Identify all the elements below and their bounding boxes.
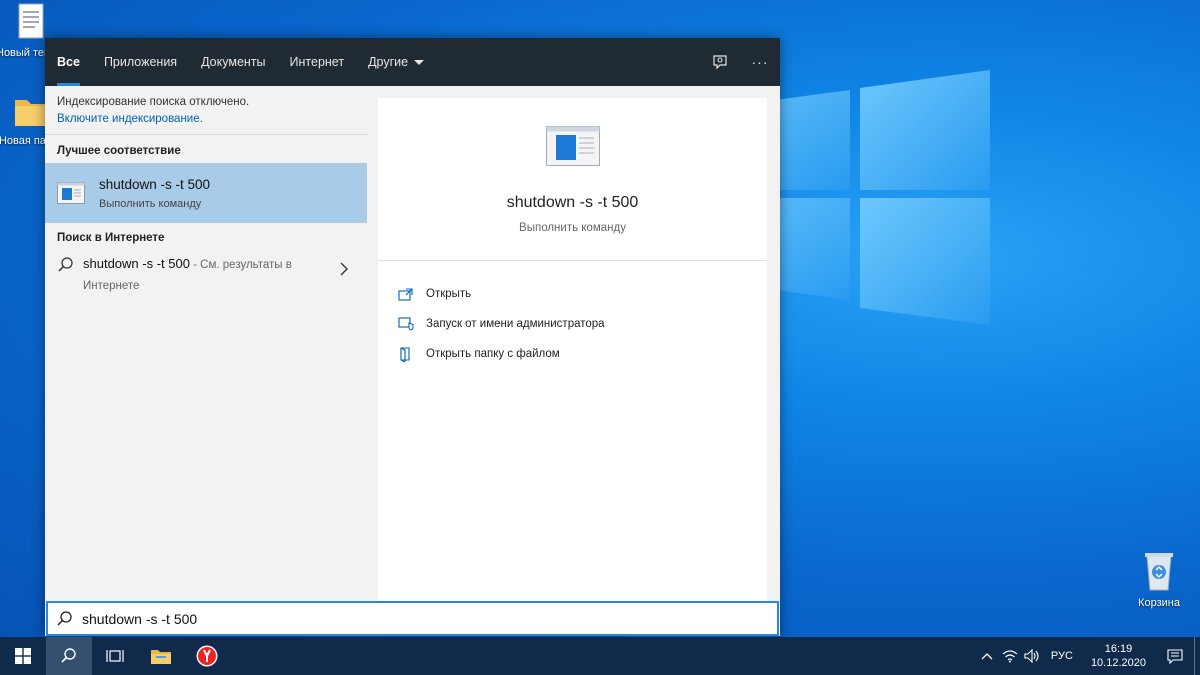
yandex-browser-button[interactable] xyxy=(184,637,230,675)
clock[interactable]: 16:19 10.12.2020 xyxy=(1081,637,1156,675)
yandex-browser-icon xyxy=(196,645,218,667)
detail-pane: shutdown -s -t 500 Выполнить команду Отк… xyxy=(367,86,780,601)
detail-app-icon-wrap xyxy=(378,98,767,166)
best-match-item[interactable]: shutdown -s -t 500 Выполнить команду xyxy=(45,163,367,223)
recycle-bin-icon xyxy=(1145,553,1173,591)
detail-header: shutdown -s -t 500 Выполнить команду xyxy=(378,98,767,261)
feedback-button[interactable] xyxy=(700,38,740,86)
detail-card: shutdown -s -t 500 Выполнить команду Отк… xyxy=(378,98,767,601)
start-button[interactable] xyxy=(0,637,46,675)
search-icon xyxy=(61,648,76,663)
clock-time: 16:19 xyxy=(1104,643,1133,655)
indexing-notice: Индексирование поиска отключено. Включит… xyxy=(45,86,367,135)
notification-icon xyxy=(1167,649,1183,664)
system-tray: РУС 16:19 10.12.2020 xyxy=(975,637,1200,675)
tab-other[interactable]: Другие xyxy=(356,38,436,86)
tab-bar-actions: ··· xyxy=(700,38,780,86)
best-match-subtitle: Выполнить команду xyxy=(99,197,202,210)
more-options-button[interactable]: ··· xyxy=(740,38,780,86)
run-as-admin-icon xyxy=(398,317,414,331)
best-match-heading: Лучшее соответствие xyxy=(57,145,181,157)
tab-all[interactable]: Все xyxy=(45,38,92,86)
desktop-icon-label: Корзина xyxy=(1138,597,1180,609)
tab-label: Документы xyxy=(201,55,266,69)
open-file-location-action[interactable]: Открыть папку с файлом xyxy=(398,339,747,369)
input-language-button[interactable]: РУС xyxy=(1043,637,1081,675)
search-icon xyxy=(57,610,72,626)
best-match-text: shutdown -s -t 500 Выполнить команду xyxy=(99,177,210,210)
tab-label: Другие xyxy=(368,55,409,69)
tab-label: Все xyxy=(57,55,80,69)
tab-label: Приложения xyxy=(103,55,178,69)
tab-apps[interactable]: Приложения xyxy=(92,38,189,86)
chevron-down-icon xyxy=(414,59,425,65)
best-match-title: shutdown -s -t 500 xyxy=(99,176,211,192)
volume-button[interactable] xyxy=(1021,637,1043,675)
show-hidden-icons-button[interactable] xyxy=(975,637,999,675)
open-icon xyxy=(398,288,413,301)
task-view-icon xyxy=(106,650,124,662)
tab-internet[interactable]: Интернет xyxy=(278,38,357,86)
search-icon xyxy=(58,257,73,272)
search-box xyxy=(46,601,779,636)
more-options-icon: ··· xyxy=(751,54,769,70)
tab-label: Интернет xyxy=(289,55,345,69)
text-document-icon xyxy=(18,3,44,39)
show-desktop-button[interactable] xyxy=(1194,637,1200,675)
speaker-icon xyxy=(1024,649,1039,663)
task-view-button[interactable] xyxy=(92,637,138,675)
web-search-heading: Поиск в Интернете xyxy=(57,232,165,244)
detail-subtitle: Выполнить команду xyxy=(519,222,626,234)
detail-actions: Открыть Запуск от имени администратора О… xyxy=(378,261,767,387)
run-command-icon xyxy=(57,182,85,204)
taskbar: РУС 16:19 10.12.2020 xyxy=(0,637,1200,675)
detail-title: shutdown -s -t 500 xyxy=(506,194,639,211)
taskbar-search-button[interactable] xyxy=(46,637,92,675)
file-explorer-icon xyxy=(151,650,171,664)
chevron-up-icon xyxy=(981,653,993,660)
action-label: Открыть xyxy=(426,288,472,300)
action-label: Открыть папку с файлом xyxy=(426,348,560,360)
chevron-right-icon[interactable] xyxy=(339,262,349,276)
action-label: Запуск от имени администратора xyxy=(426,318,605,330)
action-center-button[interactable] xyxy=(1156,637,1194,675)
indexing-notice-message: Индексирование поиска отключено. xyxy=(57,96,250,108)
wifi-icon xyxy=(1002,650,1018,663)
enable-indexing-link[interactable]: Включите индексирование. xyxy=(57,113,355,125)
desktop-icon-recycle-bin[interactable]: Корзина xyxy=(1124,548,1194,609)
web-search-item[interactable]: shutdown -s -t 500 - См. результаты в Ин… xyxy=(45,250,367,296)
web-search-text: shutdown -s -t 500 - См. результаты в Ин… xyxy=(83,254,323,296)
search-input[interactable] xyxy=(82,610,732,627)
search-tab-bar: Все Приложения Документы Интернет Другие… xyxy=(45,38,780,86)
network-button[interactable] xyxy=(999,637,1021,675)
run-as-admin-action[interactable]: Запуск от имени администратора xyxy=(398,309,747,339)
results-list: Индексирование поиска отключено. Включит… xyxy=(45,86,367,601)
open-file-location-icon xyxy=(400,347,410,362)
search-panel: Все Приложения Документы Интернет Другие… xyxy=(45,38,780,636)
file-explorer-button[interactable] xyxy=(138,637,184,675)
tab-documents[interactable]: Документы xyxy=(189,38,277,86)
open-action[interactable]: Открыть xyxy=(398,279,747,309)
run-command-icon xyxy=(545,126,600,166)
windows-start-icon xyxy=(15,648,31,664)
feedback-icon xyxy=(713,55,727,70)
clock-date: 10.12.2020 xyxy=(1090,657,1146,669)
web-search-query: shutdown -s -t 500 xyxy=(83,256,190,271)
